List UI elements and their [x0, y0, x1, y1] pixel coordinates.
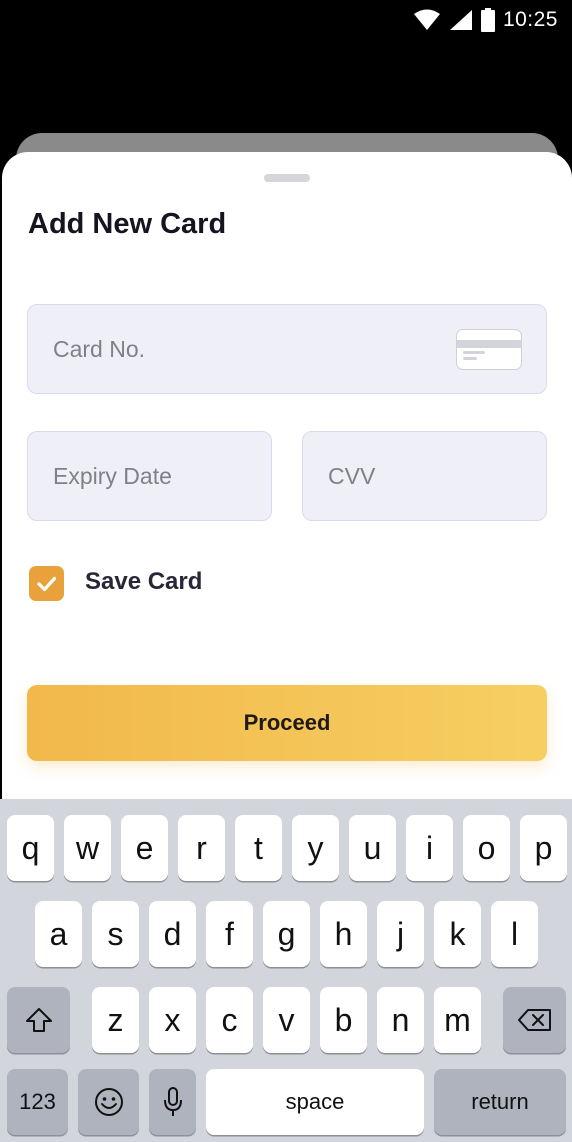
key-n[interactable]: n	[377, 987, 424, 1053]
proceed-label: Proceed	[243, 710, 331, 735]
page-title: Add New Card	[28, 208, 227, 240]
numbers-key[interactable]: 123	[7, 1069, 68, 1135]
key-d[interactable]: d	[149, 901, 196, 967]
key-s[interactable]: s	[92, 901, 139, 967]
microphone-icon	[163, 1087, 182, 1116]
key-o[interactable]: o	[463, 815, 510, 881]
cellular-signal-icon	[449, 10, 472, 30]
microphone-key[interactable]	[149, 1069, 196, 1135]
key-m[interactable]: m	[434, 987, 481, 1053]
key-g[interactable]: g	[263, 901, 310, 967]
key-w[interactable]: w	[64, 815, 111, 881]
emoji-icon	[94, 1088, 123, 1116]
key-v[interactable]: v	[263, 987, 310, 1053]
save-card-label: Save Card	[85, 568, 203, 595]
key-e[interactable]: e	[121, 815, 168, 881]
key-f[interactable]: f	[206, 901, 253, 967]
space-key[interactable]: space	[206, 1069, 424, 1135]
backspace-key[interactable]	[503, 987, 566, 1053]
key-y[interactable]: y	[292, 815, 339, 881]
key-r[interactable]: r	[178, 815, 225, 881]
key-c[interactable]: c	[206, 987, 253, 1053]
battery-icon	[480, 8, 495, 32]
status-bar: 10:25	[0, 0, 572, 40]
key-k[interactable]: k	[434, 901, 481, 967]
save-card-checkbox[interactable]	[29, 566, 64, 601]
emoji-key[interactable]	[78, 1069, 139, 1135]
key-u[interactable]: u	[349, 815, 396, 881]
backspace-icon	[517, 1009, 551, 1031]
key-h[interactable]: h	[320, 901, 367, 967]
shift-icon	[25, 1008, 52, 1032]
key-z[interactable]: z	[92, 987, 139, 1053]
card-number-input[interactable]: Card No.	[27, 304, 547, 394]
key-q[interactable]: q	[7, 815, 54, 881]
cvv-input[interactable]: CVV	[302, 431, 547, 521]
card-number-placeholder: Card No.	[53, 336, 146, 362]
key-b[interactable]: b	[320, 987, 367, 1053]
key-l[interactable]: l	[491, 901, 538, 967]
key-j[interactable]: j	[377, 901, 424, 967]
expiry-date-placeholder: Expiry Date	[53, 463, 172, 489]
proceed-button[interactable]: Proceed	[27, 685, 547, 761]
return-key[interactable]: return	[434, 1069, 566, 1135]
wifi-icon	[413, 9, 440, 30]
key-t[interactable]: t	[235, 815, 282, 881]
keyboard: q w e r t y u i o p a s d f g h j k l z …	[0, 799, 572, 1142]
expiry-date-input[interactable]: Expiry Date	[27, 431, 272, 521]
status-icons: 10:25	[413, 6, 558, 34]
cvv-placeholder: CVV	[328, 463, 376, 489]
status-time: 10:25	[502, 8, 558, 31]
sheet-drag-handle[interactable]	[264, 174, 310, 182]
key-i[interactable]: i	[406, 815, 453, 881]
shift-key[interactable]	[7, 987, 70, 1053]
key-p[interactable]: p	[520, 815, 567, 881]
credit-card-icon	[456, 329, 522, 370]
checkmark-icon	[37, 576, 57, 592]
key-x[interactable]: x	[149, 987, 196, 1053]
key-a[interactable]: a	[35, 901, 82, 967]
